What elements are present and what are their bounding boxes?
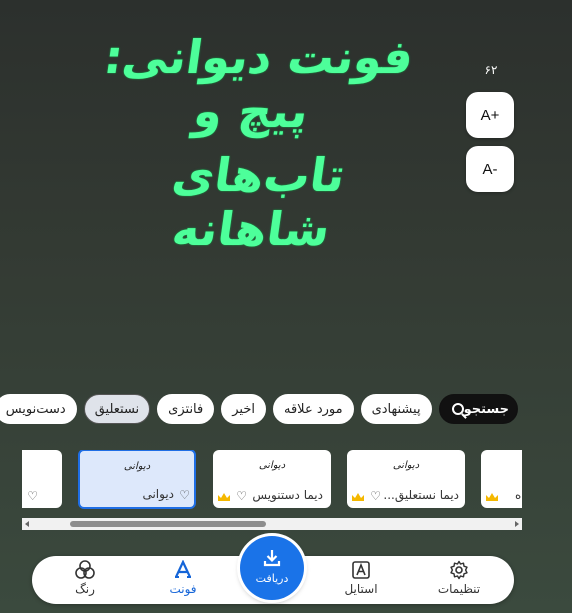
font-card-divani[interactable]: دیوانی دیوانی ♡ xyxy=(78,450,196,509)
scroll-right-icon[interactable] xyxy=(515,521,519,527)
crown-icon xyxy=(485,492,499,502)
download-icon xyxy=(240,548,304,568)
download-label: دریافت xyxy=(255,572,289,585)
font-size-value: ۶۲ xyxy=(484,63,498,77)
preview-line-1: فونت دیوانی: پیچ و xyxy=(100,30,417,138)
font-name: دیما دستنویس xyxy=(252,488,323,502)
style-icon xyxy=(326,560,396,580)
chip-favorites[interactable]: مورد علاقه xyxy=(273,394,354,424)
nav-font[interactable]: فونت xyxy=(148,560,218,600)
palette-icon xyxy=(50,560,120,580)
font-card-list: ♡ دیوانی دیوانی ♡ دیوانی دیما دستنویس ♡ … xyxy=(22,450,522,512)
filter-chips: جستجو پیشنهادی مورد علاقه اخیر فانتزی نس… xyxy=(0,394,518,426)
scrollbar-thumb[interactable] xyxy=(70,521,266,527)
font-sample: دیوانی xyxy=(392,460,420,471)
nav-style-label: استایل xyxy=(344,582,378,596)
heart-icon[interactable]: ♡ xyxy=(26,490,38,502)
chip-fantasy[interactable]: فانتزی xyxy=(157,394,215,424)
chip-suggested[interactable]: پیشنهادی xyxy=(360,394,432,424)
font-sample: دیوانی xyxy=(258,460,286,471)
font-card-dima-dastnevis[interactable]: دیوانی دیما دستنویس ♡ xyxy=(213,450,331,508)
gear-icon xyxy=(424,560,494,580)
crown-icon xyxy=(217,492,231,502)
increase-size-button[interactable]: A+ xyxy=(466,92,514,138)
font-card-dima-nastaliq[interactable]: دیوانی دیما نستعلیق... ♡ xyxy=(347,450,465,508)
nav-settings[interactable]: تنظیمات xyxy=(424,560,494,600)
font-sample: دیوانی xyxy=(123,461,151,472)
decrease-size-button[interactable]: A- xyxy=(466,146,514,192)
nav-font-label: فونت xyxy=(169,582,197,596)
chip-handwritten[interactable]: دست‌نویس xyxy=(0,394,77,424)
search-icon xyxy=(451,403,464,415)
nav-color-label: رنگ xyxy=(75,582,95,596)
font-card-partial-left[interactable]: ♡ xyxy=(22,450,62,508)
font-icon xyxy=(148,560,218,580)
font-card-partial-right[interactable]: ه xyxy=(481,450,522,508)
chip-recent[interactable]: اخیر xyxy=(221,394,266,424)
text-preview[interactable]: فونت دیوانی: پیچ و تاب‌های شاهانه xyxy=(60,18,450,256)
crown-icon xyxy=(351,492,365,502)
heart-icon[interactable]: ♡ xyxy=(235,490,247,502)
heart-icon[interactable]: ♡ xyxy=(369,490,381,502)
font-name: ه xyxy=(515,488,522,502)
scroll-left-icon[interactable] xyxy=(25,521,29,527)
download-button[interactable]: دریافت xyxy=(240,536,304,600)
nav-color[interactable]: رنگ xyxy=(50,560,120,600)
search-chip-label: جستجو xyxy=(463,401,509,417)
preview-line-2: تاب‌های شاهانه xyxy=(168,148,349,256)
font-name: دیوانی xyxy=(142,487,174,501)
search-chip[interactable]: جستجو xyxy=(438,394,518,424)
nav-settings-label: تنظیمات xyxy=(437,582,481,596)
font-name: دیما نستعلیق... xyxy=(383,488,459,502)
nav-style[interactable]: استایل xyxy=(326,560,396,600)
chip-nastaliq[interactable]: نستعلیق xyxy=(83,394,151,424)
heart-icon[interactable]: ♡ xyxy=(178,489,190,501)
card-scrollbar[interactable] xyxy=(22,518,522,530)
